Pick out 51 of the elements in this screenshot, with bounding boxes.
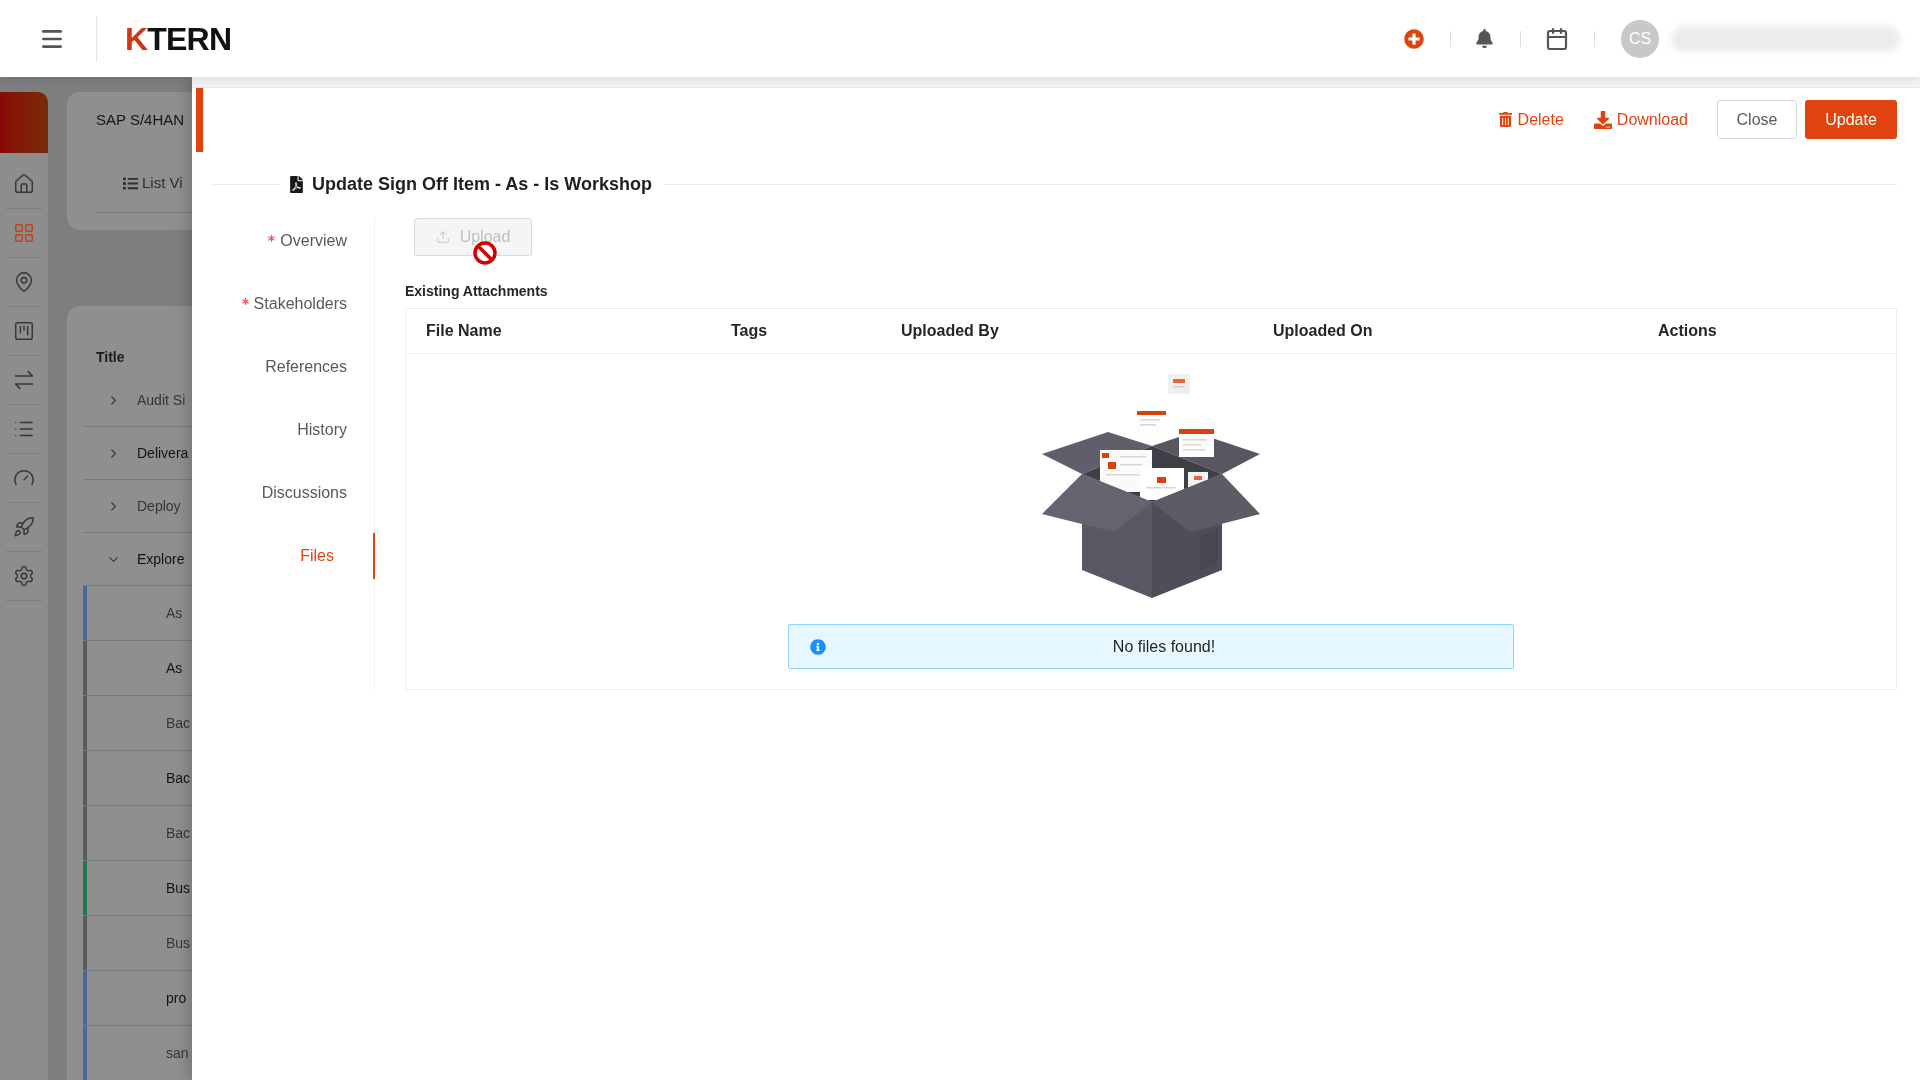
settings-icon[interactable] bbox=[13, 565, 35, 587]
add-icon[interactable] bbox=[1404, 28, 1424, 49]
section-tab[interactable]: Overview bbox=[213, 218, 375, 264]
tree-item[interactable]: Bac bbox=[166, 767, 191, 789]
column-header: Actions bbox=[1657, 321, 1718, 341]
calendar-icon[interactable] bbox=[1545, 26, 1569, 51]
section-tab[interactable]: References bbox=[213, 344, 375, 390]
empty-message: No files found! bbox=[1111, 636, 1217, 657]
column-header: File Name bbox=[425, 321, 503, 341]
rocket-icon[interactable] bbox=[13, 516, 35, 538]
tree-item[interactable]: Bac bbox=[166, 822, 191, 844]
section-tab[interactable]: Files bbox=[213, 533, 375, 579]
tree-item[interactable]: san bbox=[166, 1042, 189, 1064]
column-header: Tags bbox=[730, 321, 769, 341]
tree-item[interactable]: pro bbox=[166, 987, 187, 1009]
kanban-board-icon[interactable] bbox=[13, 320, 35, 342]
action-link[interactable]: Delete bbox=[1482, 100, 1579, 139]
accent-bar bbox=[196, 88, 203, 152]
tree-item[interactable]: Deploy bbox=[137, 495, 181, 517]
list-view-tab[interactable]: List Vi bbox=[123, 172, 183, 194]
action-link[interactable]: Download bbox=[1578, 100, 1703, 139]
app-logo[interactable]: KTERN bbox=[125, 22, 232, 55]
map-pin-icon[interactable] bbox=[13, 271, 35, 293]
download-icon bbox=[1593, 110, 1612, 129]
tree-item[interactable]: Delivera bbox=[137, 442, 189, 464]
list-icon bbox=[123, 175, 138, 191]
close-button[interactable]: Close bbox=[1717, 100, 1797, 139]
upload-icon bbox=[435, 230, 450, 244]
tree-item[interactable]: Bus bbox=[166, 877, 191, 899]
tree-item[interactable]: Bus bbox=[166, 932, 191, 954]
tree-item[interactable]: Bac bbox=[166, 712, 191, 734]
tree-item[interactable]: As bbox=[166, 657, 183, 679]
tree-item[interactable]: Audit Si bbox=[137, 389, 186, 411]
info-icon bbox=[810, 638, 826, 655]
section-tab[interactable]: Stakeholders bbox=[213, 281, 375, 327]
section-heading: Existing Attachments bbox=[405, 282, 549, 301]
project-title: SAP S/4HAN bbox=[96, 110, 186, 130]
bell-icon[interactable] bbox=[1475, 29, 1494, 48]
tree-item[interactable]: Explore bbox=[137, 548, 185, 570]
section-tab[interactable]: Discussions bbox=[213, 470, 375, 516]
tree-item[interactable]: As bbox=[166, 602, 183, 624]
home-icon[interactable] bbox=[13, 173, 35, 195]
trash-icon bbox=[1497, 112, 1513, 127]
drawer-title: Update Sign Off Item - As - Is Workshop bbox=[312, 172, 653, 196]
column-header: Uploaded By bbox=[900, 321, 1000, 341]
column-header: Uploaded On bbox=[1272, 321, 1374, 341]
section-tab[interactable]: History bbox=[213, 407, 375, 453]
update-button[interactable]: Update bbox=[1805, 100, 1897, 139]
brand-tile bbox=[0, 92, 48, 153]
file-icon bbox=[288, 175, 305, 193]
column-header: Title bbox=[96, 348, 126, 367]
